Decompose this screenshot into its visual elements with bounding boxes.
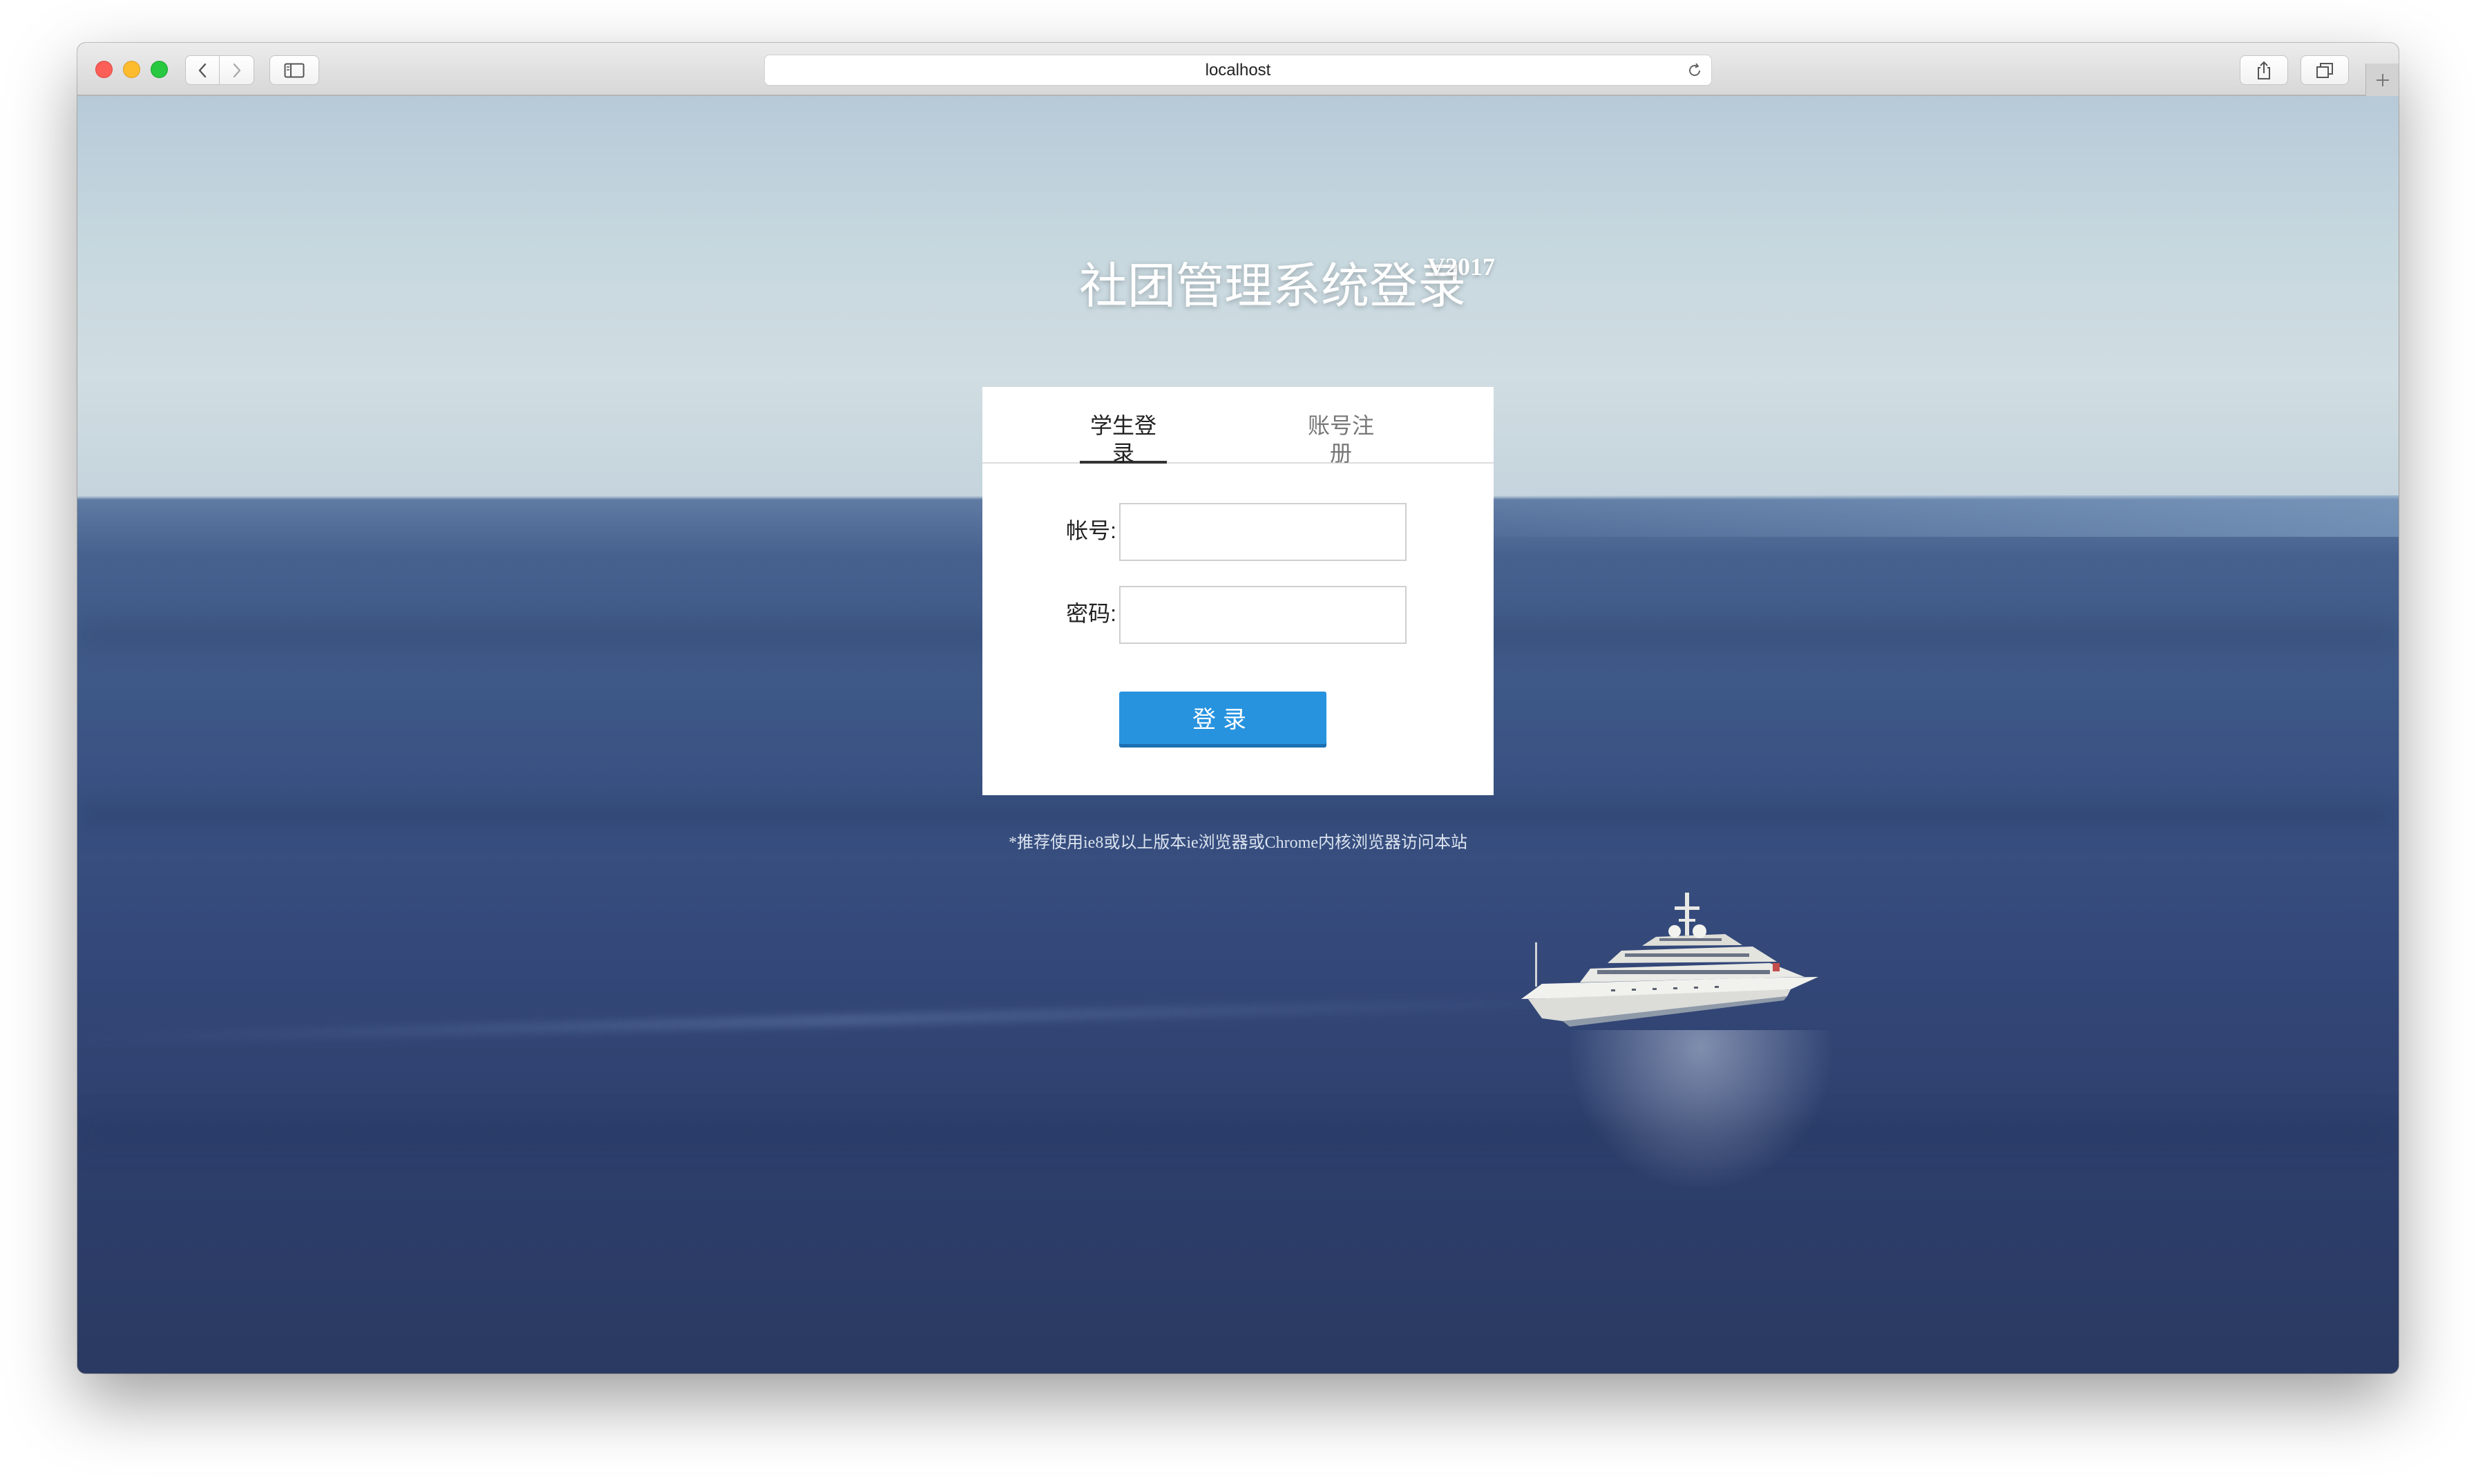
tabs-overview-button[interactable] bbox=[2301, 55, 2349, 85]
ship-reflection bbox=[1556, 1030, 1846, 1203]
back-button[interactable] bbox=[185, 55, 220, 85]
chevron-left-icon bbox=[198, 63, 207, 77]
chevron-right-icon bbox=[233, 63, 240, 77]
sidebar-toggle-button[interactable] bbox=[269, 55, 319, 85]
tabs-overview-icon bbox=[2316, 62, 2333, 78]
browser-toolbar: localhost bbox=[77, 43, 2399, 96]
account-label: 帐号: bbox=[1066, 518, 1116, 543]
boat-wake bbox=[77, 996, 1597, 1045]
version-badge: V2017 bbox=[1427, 253, 1495, 280]
browser-window: localhost 社团管理系统登录 V2017 学生登录 账号注册 帐号: 密… bbox=[77, 43, 2399, 1373]
tab-account-register[interactable]: 账号注册 bbox=[1297, 412, 1384, 466]
plus-icon bbox=[2376, 73, 2389, 86]
tab-student-login[interactable]: 学生登录 bbox=[1080, 412, 1167, 466]
water-band bbox=[77, 801, 2399, 828]
browser-recommendation-tip: *推荐使用ie8或以上版本ie浏览器或Chrome内核浏览器访问本站 bbox=[1009, 834, 1467, 852]
close-window-button[interactable] bbox=[95, 61, 113, 78]
reload-icon[interactable] bbox=[1686, 62, 1703, 79]
login-tab-bar: 学生登录 账号注册 bbox=[982, 387, 1494, 466]
address-text: localhost bbox=[1205, 61, 1271, 79]
forward-button[interactable] bbox=[220, 55, 254, 85]
minimize-window-button[interactable] bbox=[123, 61, 140, 78]
account-input[interactable] bbox=[1119, 503, 1407, 561]
login-button[interactable]: 登录 bbox=[1119, 692, 1326, 748]
password-label: 密码: bbox=[1066, 601, 1116, 626]
web-content: 社团管理系统登录 V2017 学生登录 账号注册 帐号: 密码: 登录 *推荐使… bbox=[77, 96, 2399, 1373]
sidebar-icon bbox=[284, 63, 305, 77]
address-bar[interactable]: localhost bbox=[764, 55, 1712, 86]
sea-horizon bbox=[1390, 495, 2399, 537]
password-input[interactable] bbox=[1119, 586, 1407, 644]
maximize-window-button[interactable] bbox=[151, 61, 168, 78]
share-button[interactable] bbox=[2240, 55, 2288, 85]
share-icon bbox=[2258, 61, 2270, 79]
new-tab-button[interactable] bbox=[2365, 64, 2399, 96]
water-band bbox=[77, 1119, 2399, 1146]
yacht-image bbox=[1521, 893, 1818, 1027]
login-panel: 学生登录 账号注册 帐号: 密码: 登录 bbox=[982, 387, 1494, 795]
